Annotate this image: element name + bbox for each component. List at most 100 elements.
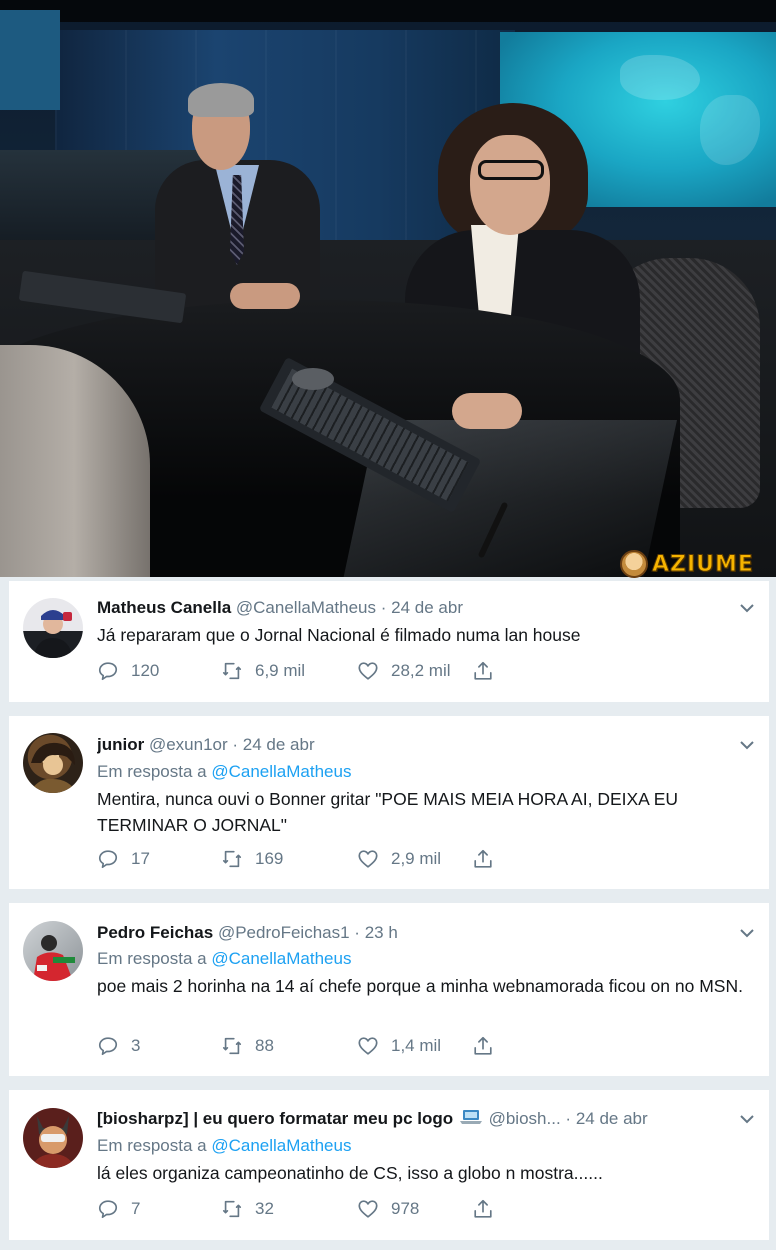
reply-count: 17 [131, 849, 150, 868]
tweet-timestamp[interactable]: 24 de abr [391, 598, 463, 617]
reply-prefix: Em resposta a [97, 949, 207, 968]
avatar-image [33, 935, 75, 981]
tweet-header: junior @exun1or · 24 de abr [97, 734, 729, 756]
separator-dot: · [232, 735, 239, 754]
reply-icon [98, 850, 118, 869]
chevron-down-icon[interactable] [739, 600, 755, 616]
studio-blue-panel [0, 10, 60, 110]
tweet-timestamp[interactable]: 24 de abr [576, 1109, 648, 1128]
tweet-card[interactable]: junior @exun1or · 24 de abr Em resposta … [9, 716, 769, 889]
share-button[interactable] [472, 659, 494, 683]
share-icon [474, 661, 492, 680]
retweet-count: 169 [255, 849, 284, 868]
heart-icon [358, 1200, 378, 1218]
share-icon [474, 1036, 492, 1055]
chevron-down-icon[interactable] [739, 925, 755, 941]
share-icon [474, 849, 492, 868]
tweet-actions: 120 6,9 mil 28,2 mil [97, 659, 517, 683]
female-anchor-hand [452, 393, 522, 429]
reply-prefix: Em resposta a [97, 1136, 207, 1155]
display-name[interactable]: Pedro Feichas [97, 923, 213, 942]
tweet-header: [biosharpz] | eu quero formatar meu pc l… [97, 1108, 735, 1130]
news-studio-photo [0, 0, 776, 577]
tweet-timestamp[interactable]: 24 de abr [243, 735, 315, 754]
male-anchor-hands [230, 283, 300, 309]
retweet-count: 88 [255, 1036, 274, 1055]
retweet-button[interactable]: 169 [221, 847, 283, 871]
aziume-watermark: AZIUME [620, 548, 754, 580]
tweet-card[interactable]: Pedro Feichas @PedroFeichas1 · 23 h Em r… [9, 903, 769, 1076]
female-anchor-glasses [478, 160, 544, 180]
retweet-button[interactable]: 6,9 mil [221, 659, 305, 683]
like-count: 978 [391, 1199, 420, 1218]
avatar-image [33, 610, 73, 658]
reply-mention-link[interactable]: @CanellaMatheus [211, 1136, 351, 1155]
avatar[interactable] [23, 1108, 83, 1168]
avatar-image [31, 1116, 75, 1168]
reply-count: 120 [131, 661, 160, 680]
retweet-icon [222, 1037, 242, 1055]
retweet-icon [222, 850, 242, 868]
reply-button[interactable]: 7 [97, 1197, 140, 1221]
computer-mouse [292, 368, 334, 390]
avatar[interactable] [23, 733, 83, 793]
reply-mention-link[interactable]: @CanellaMatheus [211, 949, 351, 968]
like-count: 1,4 mil [391, 1036, 442, 1055]
reply-icon [98, 662, 118, 681]
reply-button[interactable]: 3 [97, 1034, 140, 1058]
user-handle[interactable]: @CanellaMatheus [236, 598, 376, 617]
avatar[interactable] [23, 598, 83, 658]
user-handle[interactable]: @PedroFeichas1 [218, 923, 350, 942]
reply-mention-link[interactable]: @CanellaMatheus [211, 762, 351, 781]
like-count: 2,9 mil [391, 849, 442, 868]
like-button[interactable]: 1,4 mil [357, 1034, 441, 1058]
tweet-header: Matheus Canella @CanellaMatheus · 24 de … [97, 597, 729, 619]
reply-context: Em resposta a @CanellaMatheus [97, 948, 351, 970]
display-name[interactable]: junior [97, 735, 144, 754]
chevron-down-icon[interactable] [739, 1111, 755, 1127]
user-handle[interactable]: @exun1or [149, 735, 228, 754]
heart-icon [358, 850, 378, 868]
tweet-text: Mentira, nunca ouvi o Bonner gritar "POE… [97, 789, 679, 835]
display-name[interactable]: Matheus Canella [97, 598, 231, 617]
tweet-card[interactable]: Matheus Canella @CanellaMatheus · 24 de … [9, 581, 769, 702]
reply-context: Em resposta a @CanellaMatheus [97, 1135, 351, 1157]
retweet-count: 6,9 mil [255, 661, 306, 680]
retweet-icon [222, 1200, 242, 1218]
tweet-text: Já repararam que o Jornal Nacional é fil… [97, 625, 581, 645]
tweet-text: poe mais 2 horinha na 14 aí chefe porque… [97, 976, 743, 996]
chevron-down-icon[interactable] [739, 737, 755, 753]
male-anchor-hair [188, 83, 254, 117]
tweet-card[interactable]: [biosharpz] | eu quero formatar meu pc l… [9, 1090, 769, 1240]
avatar[interactable] [23, 921, 83, 981]
reply-icon [98, 1200, 118, 1219]
reply-button[interactable]: 120 [97, 659, 159, 683]
tweet-header: Pedro Feichas @PedroFeichas1 · 23 h [97, 922, 729, 944]
retweet-count: 32 [255, 1199, 274, 1218]
user-handle[interactable]: @biosh... [489, 1109, 561, 1128]
retweet-button[interactable]: 88 [221, 1034, 274, 1058]
avatar-image [29, 742, 77, 793]
like-button[interactable]: 28,2 mil [357, 659, 451, 683]
separator-dot: · [380, 598, 387, 617]
share-icon [474, 1199, 492, 1218]
heart-icon [358, 662, 378, 680]
tweet-timestamp[interactable]: 23 h [365, 923, 398, 942]
separator-dot: · [565, 1109, 572, 1128]
separator-dot: · [354, 923, 360, 942]
heart-icon [358, 1037, 378, 1055]
display-name[interactable]: [biosharpz] | eu quero formatar meu pc l… [97, 1109, 453, 1128]
reply-button[interactable]: 17 [97, 847, 150, 871]
retweet-button[interactable]: 32 [221, 1197, 274, 1221]
like-button[interactable]: 2,9 mil [357, 847, 441, 871]
tweet-actions: 17 169 2,9 mil [97, 847, 517, 871]
aziume-mascot-icon [620, 550, 648, 578]
tweet-actions: 3 88 1,4 mil [97, 1034, 517, 1058]
share-button[interactable] [472, 1197, 494, 1221]
share-button[interactable] [472, 847, 494, 871]
female-anchor-face [470, 135, 550, 235]
reply-context: Em resposta a @CanellaMatheus [97, 761, 351, 783]
like-button[interactable]: 978 [357, 1197, 419, 1221]
reply-icon [98, 1037, 118, 1056]
share-button[interactable] [472, 1034, 494, 1058]
